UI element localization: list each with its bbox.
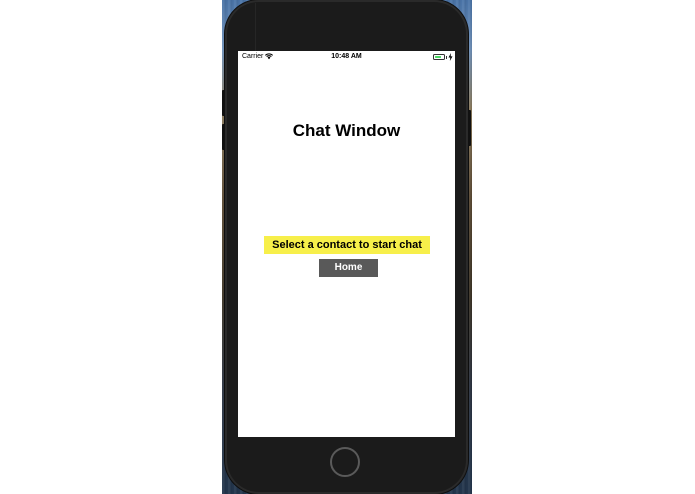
bezel-seam [255,3,256,51]
iphone-simulator: Carrier 10:48 AM Chat Window Select a co… [222,0,471,494]
app-screen: Carrier 10:48 AM Chat Window Select a co… [238,51,455,437]
status-time: 10:48 AM [331,53,362,60]
battery-tip [446,56,447,59]
battery-icon [433,54,445,60]
desktop: Carrier 10:48 AM Chat Window Select a co… [0,0,695,494]
power-button[interactable] [468,110,471,146]
page-title: Chat Window [292,121,401,140]
battery-level-fill [435,56,441,58]
status-bar: Carrier 10:48 AM [238,51,455,64]
volume-down-button[interactable] [222,124,225,150]
select-contact-prompt: Select a contact to start chat [264,236,430,254]
charging-bolt-icon [448,53,453,61]
volume-up-button[interactable] [222,90,225,116]
hardware-home-button[interactable] [330,447,360,477]
home-button[interactable]: Home [319,259,378,277]
